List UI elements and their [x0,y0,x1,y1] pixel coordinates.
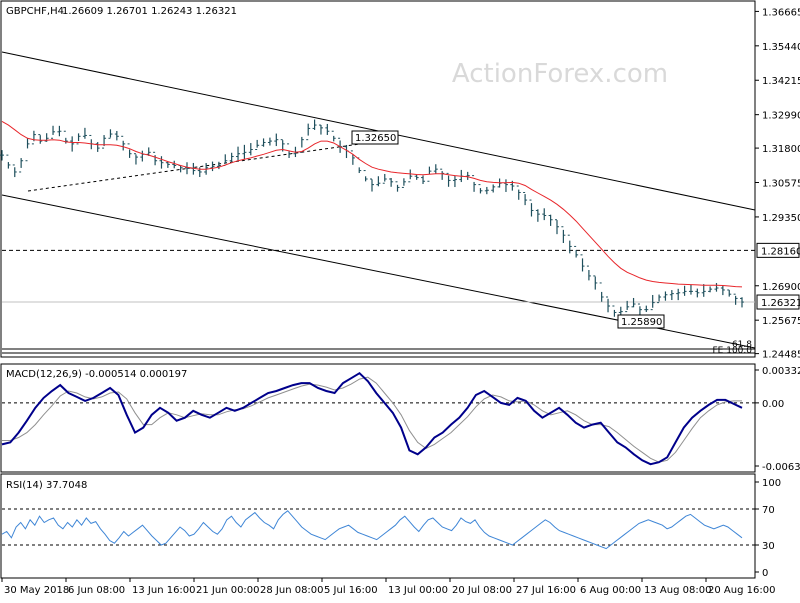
price-y-tick-label: 1.29350 [762,213,800,224]
ma-line [1,120,743,288]
x-tick-label: 20 Jul 08:00 [452,585,512,596]
price-y-tick-label: 1.30575 [762,179,800,190]
macd-y-tick-label: 0.00 [762,399,784,410]
price-y-tick-label: 1.36665 [762,7,800,18]
price-pane: 1.36665 1.35440 1.34215 1.32990 1.31800 1.305… [0,7,800,361]
current-price-label: 1.26321 [761,298,800,309]
price-y-tick-label: 1.35440 [762,42,800,53]
macd-y-tick-label: -0.006381 [762,462,800,473]
rsi-title: RSI(14) 37.7048 [6,480,87,491]
x-axis: 30 May 20186 Jun 08:00 13 Jun 16:00 21 Jun… [1,578,775,596]
chart-header-ohlc: 1.26609 1.26701 1.26243 1.26321 [62,6,237,17]
chart-svg: ActionForex.com 1.366651.354401.342151.3… [0,0,800,596]
x-tick-label: 13 Jun 16:00 [132,585,196,596]
price-y-tick-label: 1.34215 [762,76,800,87]
price-y-tick-label: 1.32990 [762,111,800,122]
watermark: ActionForex.com [452,59,668,89]
rsi-pane-frame [0,473,756,579]
rsi-y-tick-label: 100 [762,478,781,489]
x-tick-label: 6 Jun 08:00 [68,585,125,596]
rsi-pane: RSI(14) 37.7048 100 70 30 0 [1,478,781,579]
x-tick-label: 6 Aug 00:00 [580,585,641,596]
macd-y-tick-label: 0.003324 [762,366,800,377]
x-tick-label: 13 Jul 00:00 [388,585,448,596]
fe-100-label: FE 100.0 [713,346,753,356]
x-tick-label: 30 May 2018 [4,585,69,596]
x-tick-label: 27 Jul 16:00 [516,585,576,596]
price-y-tick-label: 1.31800 [762,144,800,155]
price-y-tick-label: 1.26900 [762,282,800,293]
rsi-y-tick-label: 30 [762,541,775,552]
price-y-tick-label: 1.25675 [762,316,800,327]
rsi-line [1,510,743,550]
high-label: 1.32650 [355,133,396,144]
chart-header-symbol: GBPCHF,H4 [6,6,64,17]
rsi-y-tick-label: 0 [762,568,768,579]
x-tick-label: 20 Aug 16:00 [708,585,775,596]
macd-pane-frame [0,363,756,473]
x-tick-label: 28 Jun 08:00 [260,585,324,596]
x-tick-label: 13 Aug 08:00 [644,585,711,596]
level-label: 1.28160 [761,246,800,257]
price-y-tick-label: 1.24485 [762,350,800,361]
macd-main-line [1,371,743,466]
macd-pane: MACD(12,26,9) -0.000514 0.000197 0.003324… [1,366,800,473]
x-tick-label: 21 Jun 00:00 [196,585,260,596]
chart-root: ActionForex.com 1.36665 1.35440 1.34215 1.3… [0,0,800,600]
macd-title: MACD(12,26,9) -0.000514 0.000197 [6,369,187,380]
rsi-y-tick-label: 70 [762,505,775,516]
x-tick-label: 5 Jul 16:00 [324,585,378,596]
low-label: 1.25890 [621,317,662,328]
